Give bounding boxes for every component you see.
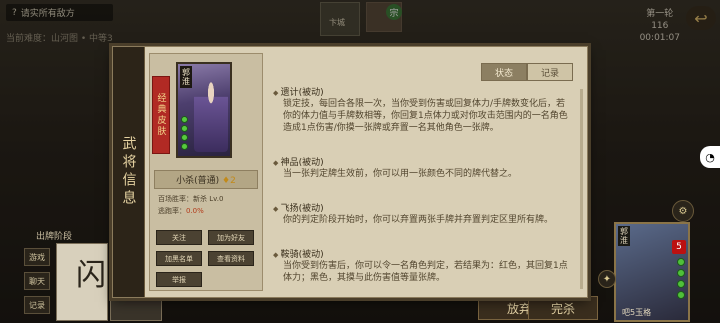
dialog-side-title: 武将信息 xyxy=(113,47,145,297)
skill-item: 飞扬(被动) 你的判定阶段开始时，你可以弃置两张手牌并弃置判定区里所有牌。 xyxy=(273,201,569,226)
report-button[interactable]: 举报 xyxy=(156,272,202,287)
hp-pip xyxy=(181,116,188,123)
general-name-text: 小杀(普通) xyxy=(176,176,220,186)
menu-game-button[interactable]: 游戏 xyxy=(24,248,50,266)
hp-pip xyxy=(677,258,685,266)
add-friend-button[interactable]: 加为好友 xyxy=(208,230,254,245)
phase-label: 出牌阶段 xyxy=(36,232,73,242)
general-tag: ♦2 xyxy=(222,176,236,186)
follow-button[interactable]: 关注 xyxy=(156,230,202,245)
view-profile-button[interactable]: 查看资料 xyxy=(208,251,254,266)
skill-title: 遗计(被动) xyxy=(273,85,569,98)
portrait-hp xyxy=(181,116,188,150)
portrait-name: 郭淮 xyxy=(180,66,192,88)
settings-icon[interactable]: ⚙ xyxy=(672,200,694,222)
escape-rate-label: 逃跑率： xyxy=(158,207,186,215)
hp-pip xyxy=(181,143,188,150)
skill-title: 神品(被动) xyxy=(273,155,569,168)
hp-pip xyxy=(677,280,685,288)
dialog-title: 武将信息 xyxy=(120,136,137,208)
escape-rate-value: 0.0% xyxy=(186,207,204,215)
player-portrait[interactable]: 郭淮 5 吧5玉格 xyxy=(614,222,690,322)
skill-desc: 当你受到伤害后，你可以令一名角色判定，若结果为：红色，其回复1点体力；黑色，其摸… xyxy=(283,261,568,283)
hp-pip xyxy=(181,125,188,132)
player-name: 郭淮 xyxy=(618,226,630,246)
hp-pip xyxy=(181,134,188,141)
general-panel: 经典皮肤 郭淮 小杀(普通) ♦2 百场胜率：新杀 Lv.0 逃跑率：0.0% … xyxy=(149,53,263,291)
left-menu: 游戏 聊天 记录 xyxy=(24,248,50,314)
skill-desc: 你的判定阶段开始时，你可以弃置两张手牌并弃置判定区里所有牌。 xyxy=(283,215,554,225)
skill-desc: 当一张判定牌生效前，你可以用一张颜色不同的牌代替之。 xyxy=(283,169,518,179)
menu-record-button[interactable]: 记录 xyxy=(24,296,50,314)
skill-list: 遗计(被动) 锁定技，每回合各限一次，当你受到伤害或回复体力/手牌数变化后，若你… xyxy=(273,55,577,291)
skill-icon[interactable]: ✦ xyxy=(598,270,616,288)
hand-count-badge: 5 xyxy=(672,240,686,254)
skill-desc: 锁定技，每回合各限一次，当你受到伤害或回复体力/手牌数变化后，若你的体力值与手牌… xyxy=(283,99,568,133)
general-info-dialog: 武将信息 经典皮肤 郭淮 小杀(普通) ♦2 百场胜率：新杀 Lv.0 逃跑率：… xyxy=(112,46,588,298)
action-buttons: 关注 加为好友 加黑名单 查看资料 举报 xyxy=(156,230,258,287)
qq-icon[interactable]: ◔ xyxy=(700,146,720,168)
blacklist-button[interactable]: 加黑名单 xyxy=(156,251,202,266)
skin-ribbon-label: 经典皮肤 xyxy=(155,93,166,137)
skill-item: 神品(被动) 当一张判定牌生效前，你可以用一张颜色不同的牌代替之。 xyxy=(273,155,569,180)
escape-rate: 逃跑率：0.0% xyxy=(158,205,258,217)
hand-card-glyph: 闪 xyxy=(76,258,106,293)
menu-chat-button[interactable]: 聊天 xyxy=(24,272,50,290)
skill-scrollbar[interactable] xyxy=(580,89,583,289)
general-name: 小杀(普通) ♦2 xyxy=(154,170,258,189)
hp-pip xyxy=(677,291,685,299)
hp-pip xyxy=(677,269,685,277)
win-rate: 百场胜率：新杀 Lv.0 xyxy=(158,195,224,203)
player-status: 吧5玉格 xyxy=(622,308,652,317)
skill-title: 鞍骑(被动) xyxy=(273,247,569,260)
player-stats: 百场胜率：新杀 Lv.0 逃跑率：0.0% xyxy=(154,193,258,217)
confirm-button[interactable]: 完杀 xyxy=(528,296,598,320)
skill-title: 飞扬(被动) xyxy=(273,201,569,214)
skin-ribbon[interactable]: 经典皮肤 xyxy=(152,76,170,154)
player-info: 小杀(普通) ♦2 百场胜率：新杀 Lv.0 逃跑率：0.0% xyxy=(154,170,258,217)
general-portrait: 郭淮 xyxy=(176,62,232,158)
player-hp xyxy=(677,258,685,299)
general-figure xyxy=(194,78,228,152)
skill-item: 鞍骑(被动) 当你受到伤害后，你可以令一名角色判定，若结果为：红色，其回复1点体… xyxy=(273,247,569,284)
skill-item: 遗计(被动) 锁定技，每回合各限一次，当你受到伤害或回复体力/手牌数变化后，若你… xyxy=(273,85,569,134)
